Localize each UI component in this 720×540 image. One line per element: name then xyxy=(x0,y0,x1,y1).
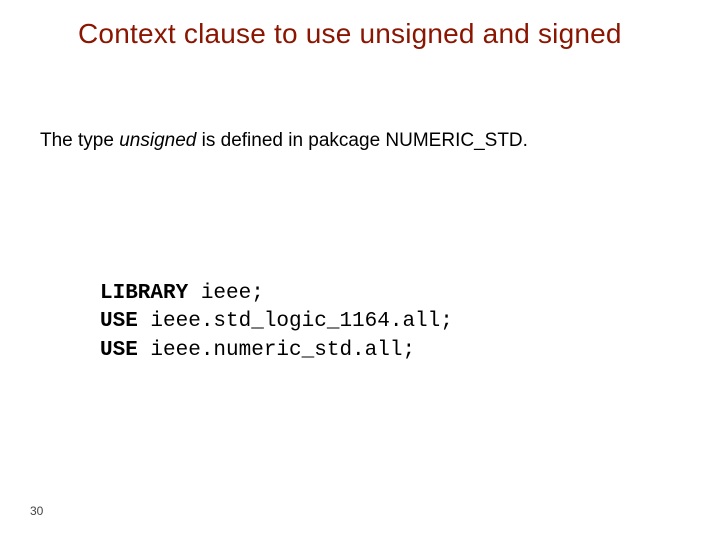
code-rest-2: ieee.std_logic_1164.all; xyxy=(138,310,453,333)
slide-title: Context clause to use unsigned and signe… xyxy=(78,18,710,50)
keyword-library: LIBRARY xyxy=(100,282,188,305)
code-line-1: LIBRARY ieee; xyxy=(100,280,453,308)
keyword-use-1: USE xyxy=(100,310,138,333)
code-line-2: USE ieee.std_logic_1164.all; xyxy=(100,308,453,336)
code-block: LIBRARY ieee; USE ieee.std_logic_1164.al… xyxy=(100,280,453,365)
page-number: 30 xyxy=(30,504,43,518)
code-rest-3: ieee.numeric_std.all; xyxy=(138,339,415,362)
code-line-3: USE ieee.numeric_std.all; xyxy=(100,337,453,365)
body-italic: unsigned xyxy=(119,130,196,151)
code-rest-1: ieee; xyxy=(188,282,264,305)
keyword-use-2: USE xyxy=(100,339,138,362)
body-text: The type unsigned is defined in pakcage … xyxy=(40,130,528,152)
body-pre: The type xyxy=(40,130,119,151)
body-post: is defined in pakcage NUMERIC_STD. xyxy=(196,130,528,151)
